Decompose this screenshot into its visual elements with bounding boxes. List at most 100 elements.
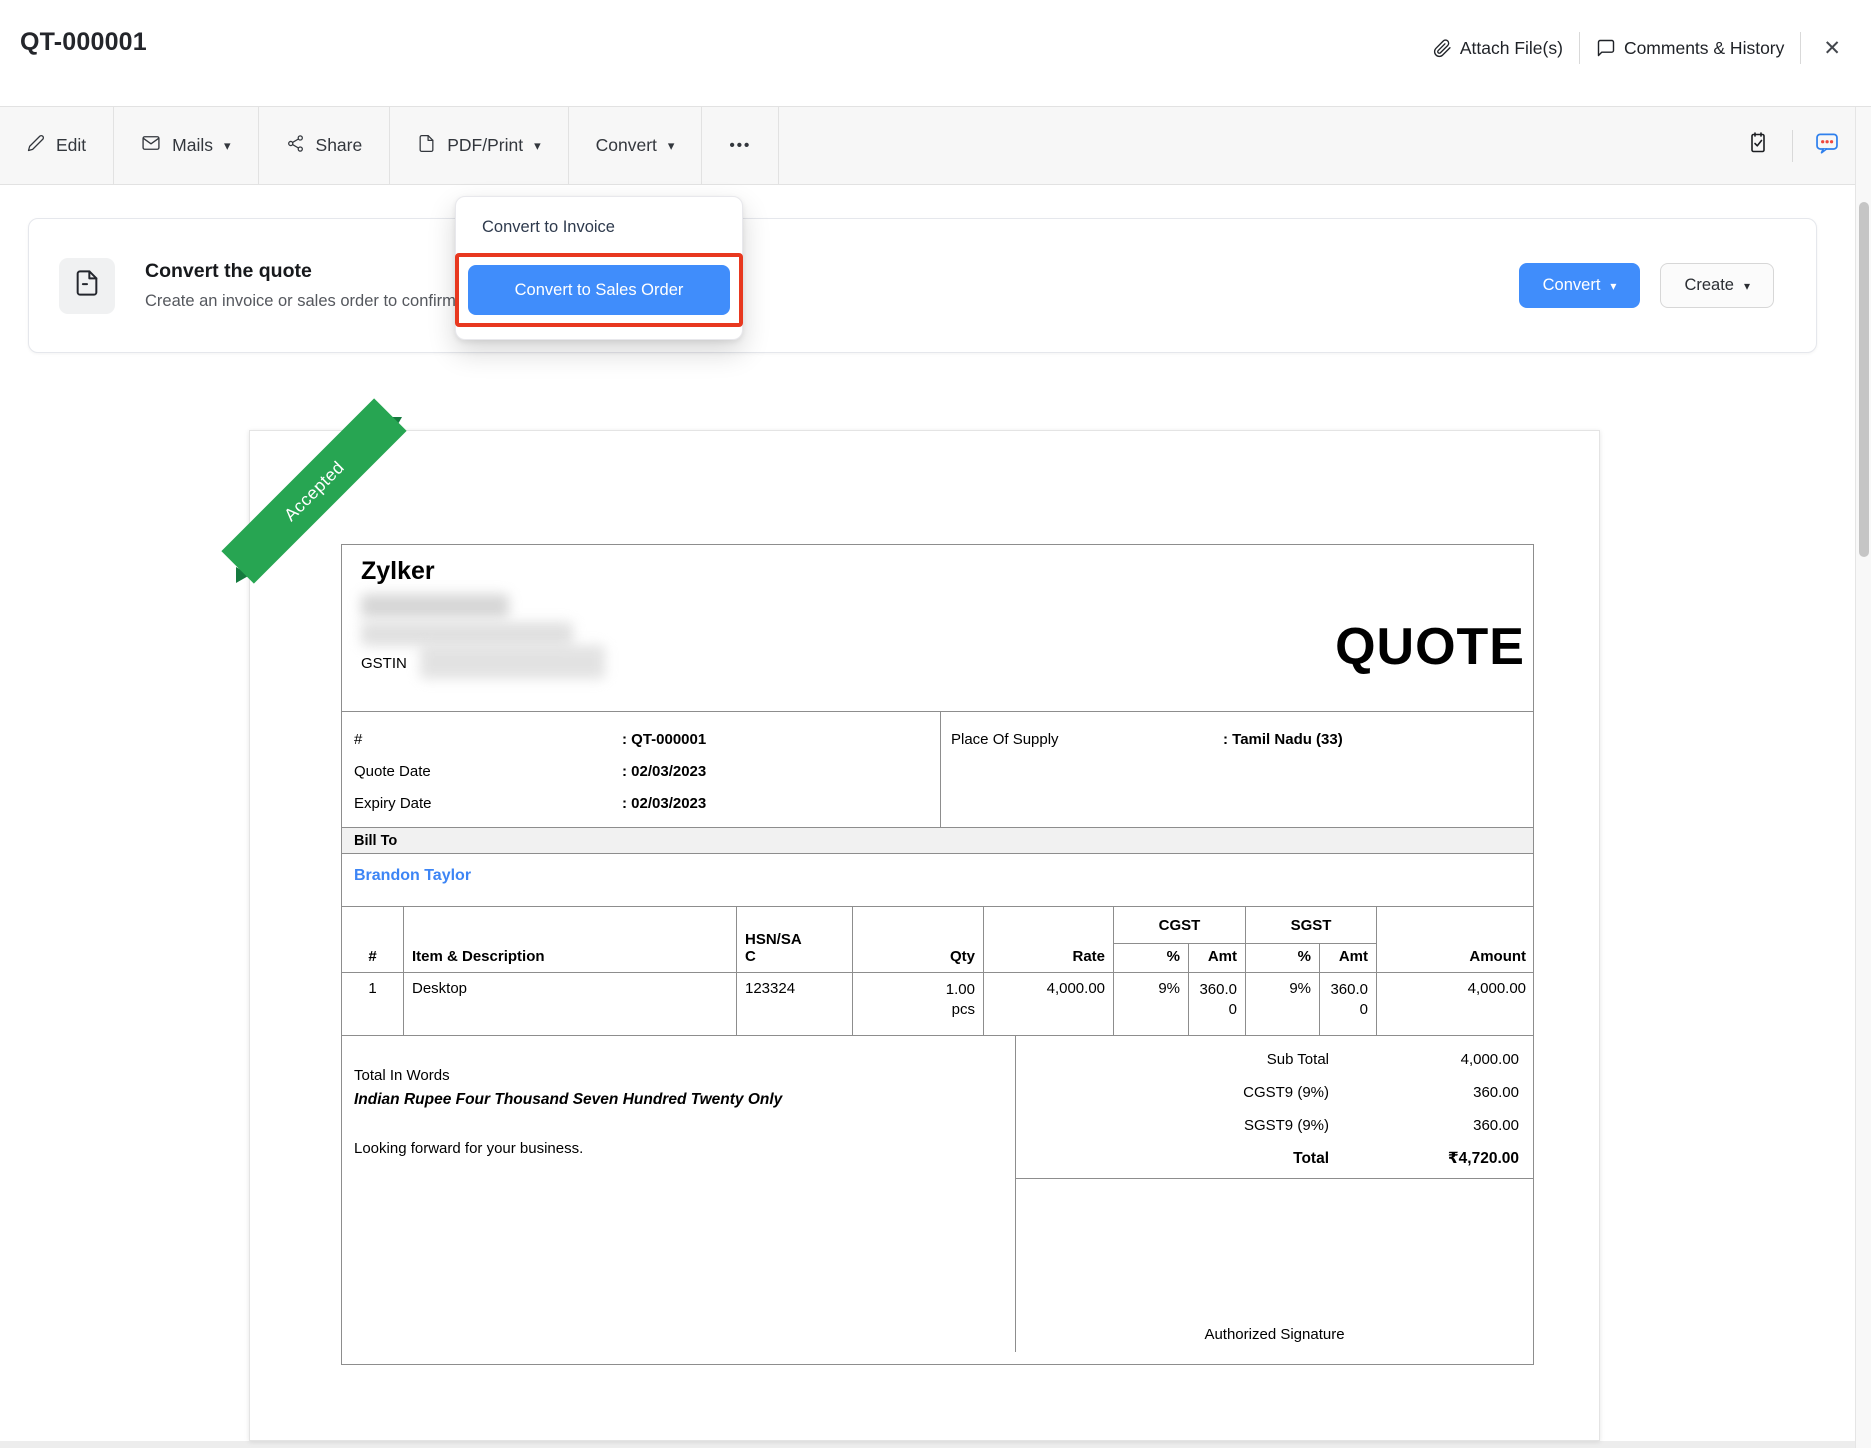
cell-cgst-amt: 360.00 [1189, 973, 1246, 1035]
cell-qty: 1.00 pcs [853, 973, 984, 1035]
share-button[interactable]: Share [259, 107, 391, 184]
signature-box: Authorized Signature [1016, 1179, 1533, 1352]
customer-note: Looking forward for your business. [354, 1140, 995, 1157]
attach-files-button[interactable]: Attach File(s) [1433, 38, 1563, 59]
caret-down-icon: ▾ [1744, 279, 1750, 293]
mails-label: Mails [172, 135, 213, 156]
qty-unit: pcs [861, 1000, 975, 1020]
cell-sgst-amt: 360.00 [1320, 973, 1377, 1035]
quote-date-label: Quote Date [354, 756, 622, 788]
number-label: # [354, 724, 622, 756]
col-hsn-label: HSN/SAC [745, 931, 805, 965]
place-of-supply-value: : Tamil Nadu (33) [1223, 724, 1343, 756]
convert-button-label: Convert [1543, 276, 1601, 295]
vertical-scrollbar-thumb[interactable] [1859, 202, 1869, 557]
header-divider-2 [1800, 32, 1801, 64]
create-button[interactable]: Create ▾ [1660, 263, 1774, 308]
pdf-print-button[interactable]: PDF/Print ▾ [390, 107, 568, 184]
cell-hsn: 123324 [737, 973, 853, 1035]
col-rate: Rate [984, 907, 1114, 973]
qty-value: 1.00 [861, 980, 975, 1000]
convert-button[interactable]: Convert ▾ [1519, 263, 1641, 308]
header-actions: Attach File(s) Comments & History ✕ [1433, 0, 1847, 96]
quote-bottom-section: Total In Words Indian Rupee Four Thousan… [342, 1035, 1533, 1352]
toolbar: Edit Mails ▾ Share PDF/Print ▾ Convert ▾ [0, 106, 1871, 185]
authorized-signature-label: Authorized Signature [1016, 1326, 1533, 1343]
edit-label: Edit [56, 135, 86, 156]
company-header: Zylker GSTIN QUOTE [342, 545, 1533, 711]
meta-row-quote-date: Quote Date : 02/03/2023 [354, 756, 940, 788]
sgst-value: 360.00 [1329, 1109, 1519, 1142]
total-row: Total ₹4,720.00 [1016, 1142, 1519, 1175]
total-in-words-value: Indian Rupee Four Thousand Seven Hundred… [354, 1091, 995, 1109]
totals-box: Sub Total 4,000.00 CGST9 (9%) 360.00 SGS… [1016, 1036, 1533, 1179]
chat-support-button[interactable] [1807, 124, 1847, 168]
total-in-words-label: Total In Words [354, 1067, 995, 1084]
redacted-address-line-1 [361, 594, 509, 618]
cell-num: 1 [342, 973, 404, 1035]
chat-dots-icon [1814, 130, 1840, 161]
subtotal-label: Sub Total [1267, 1043, 1329, 1076]
subtotal-value: 4,000.00 [1329, 1043, 1519, 1076]
annotation-highlight-box: Convert to Sales Order [455, 253, 743, 327]
toolbar-right-icons [1738, 107, 1847, 184]
col-num: # [342, 907, 404, 973]
convert-banner: Convert the quote Create an invoice or s… [28, 218, 1817, 353]
pdf-file-icon [417, 134, 436, 158]
total-value: ₹4,720.00 [1329, 1142, 1519, 1175]
menu-item-convert-to-sales-order[interactable]: Convert to Sales Order [468, 265, 730, 315]
col-cgst-amt: Amt [1189, 944, 1246, 973]
page-header: QT-000001 Attach File(s) Comments & Hist… [0, 0, 1871, 106]
banner-buttons: Convert ▾ Create ▾ [1519, 263, 1774, 308]
quote-meta-section: # : QT-000001 Quote Date : 02/03/2023 Ex… [342, 711, 1533, 827]
page-title: QT-000001 [20, 28, 147, 57]
customer-name-link[interactable]: Brandon Taylor [354, 867, 471, 884]
col-amount: Amount [1377, 907, 1534, 973]
bill-to-bar: Bill To [342, 827, 1533, 853]
col-sgst-group: SGST [1246, 907, 1377, 944]
menu-item-convert-to-invoice[interactable]: Convert to Invoice [456, 205, 742, 248]
col-sgst-pct: % [1246, 944, 1320, 973]
convert-dropdown-button[interactable]: Convert ▾ [569, 107, 703, 184]
horizontal-scrollbar-track[interactable] [0, 1441, 1855, 1448]
more-actions-button[interactable]: ••• [702, 107, 779, 184]
caret-down-icon: ▾ [668, 138, 675, 154]
comments-history-label: Comments & History [1624, 38, 1784, 59]
share-label: Share [316, 135, 363, 156]
more-icon: ••• [729, 137, 751, 154]
company-name: Zylker [361, 557, 435, 586]
document-icon [73, 269, 101, 302]
col-item: Item & Description [404, 907, 737, 973]
meta-row-place-of-supply: Place Of Supply : Tamil Nadu (33) [951, 724, 1533, 756]
redacted-gstin-value [420, 645, 605, 679]
vertical-scrollbar-track[interactable] [1855, 107, 1871, 1448]
redacted-address-line-2 [361, 622, 573, 646]
cell-sgst-pct: 9% [1246, 973, 1320, 1035]
paperclip-icon [1433, 39, 1452, 58]
table-row: 1 Desktop 123324 1.00 pcs 4,000.00 9% 36… [342, 973, 1535, 1035]
meta-row-expiry-date: Expiry Date : 02/03/2023 [354, 788, 940, 820]
close-icon[interactable]: ✕ [1817, 32, 1847, 65]
expiry-date-label: Expiry Date [354, 788, 622, 820]
items-table: # Item & Description HSN/SAC Qty Rate CG… [341, 906, 1534, 1035]
convert-dropdown-menu: Convert to Invoice Convert to Sales Orde… [455, 196, 743, 340]
tasks-clipboard-button[interactable] [1738, 124, 1778, 168]
totals-column: Sub Total 4,000.00 CGST9 (9%) 360.00 SGS… [1015, 1036, 1533, 1352]
edit-button[interactable]: Edit [0, 107, 114, 184]
header-divider [1579, 32, 1580, 64]
sgst-label: SGST9 (9%) [1244, 1109, 1329, 1142]
col-sgst-amt: Amt [1320, 944, 1377, 973]
share-icon [286, 134, 305, 158]
mails-button[interactable]: Mails ▾ [114, 107, 258, 184]
comment-bubble-icon [1596, 38, 1616, 58]
document-type-title: QUOTE [1335, 617, 1525, 677]
quote-detail-page: QT-000001 Attach File(s) Comments & Hist… [0, 0, 1871, 1448]
clipboard-check-icon [1746, 130, 1770, 161]
col-cgst-group: CGST [1114, 907, 1246, 944]
create-button-label: Create [1684, 276, 1734, 295]
expiry-date-value: : 02/03/2023 [622, 788, 706, 820]
meta-row-number: # : QT-000001 [354, 724, 940, 756]
col-cgst-pct: % [1114, 944, 1189, 973]
total-in-words-block: Total In Words Indian Rupee Four Thousan… [342, 1036, 1015, 1352]
comments-history-button[interactable]: Comments & History [1596, 38, 1784, 59]
